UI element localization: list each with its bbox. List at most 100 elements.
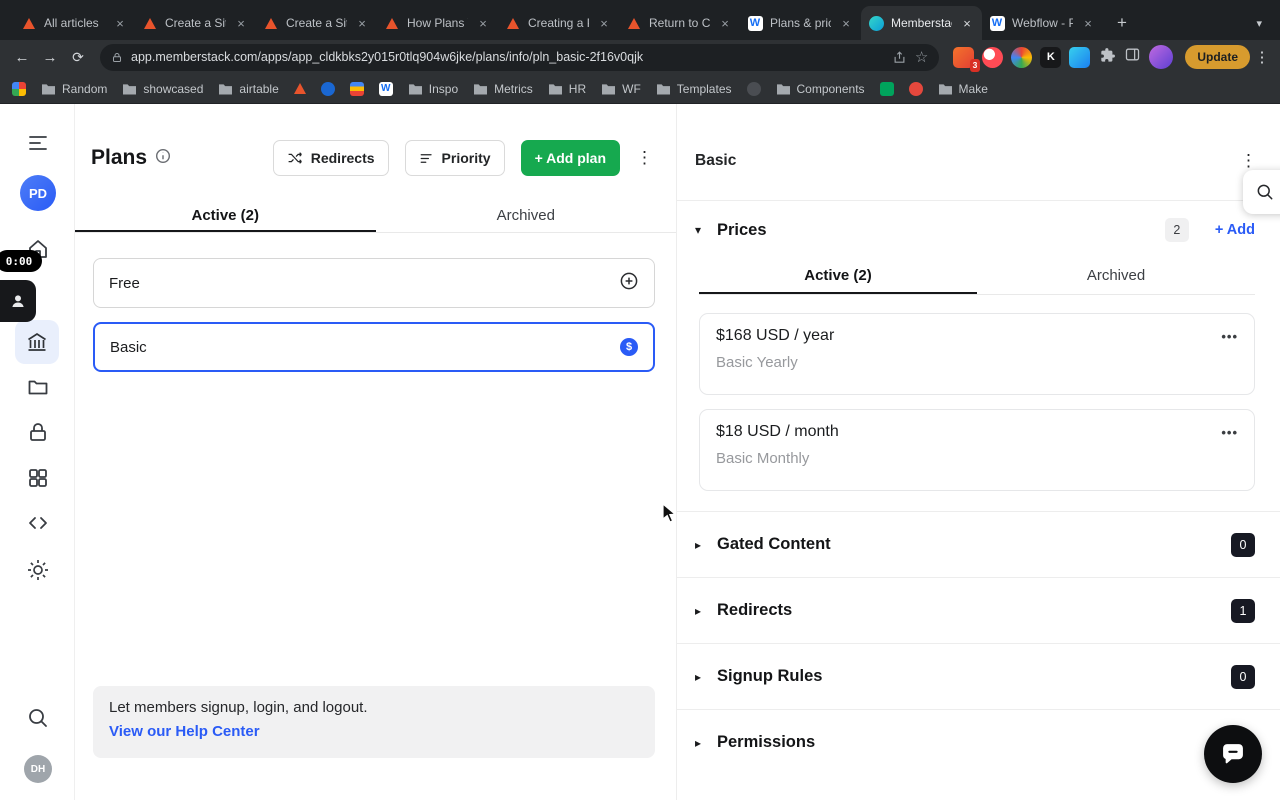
chat-widget-button[interactable] <box>1204 725 1262 783</box>
bookmark-folder[interactable]: airtable <box>218 82 279 96</box>
bookmark-site-icon[interactable] <box>879 81 894 96</box>
bookmark-folder[interactable]: Inspo <box>408 82 458 96</box>
members-folder-icon[interactable] <box>26 375 50 399</box>
tab-archived-plans[interactable]: Archived <box>376 198 677 232</box>
sidebar-toggle-icon[interactable] <box>26 131 50 155</box>
info-icon[interactable] <box>155 148 171 169</box>
search-popover[interactable] <box>1243 170 1280 214</box>
user-avatar[interactable]: DH <box>24 755 52 783</box>
price-card[interactable]: $168 USD / year Basic Yearly <box>699 313 1255 395</box>
prices-section-header[interactable]: Prices 2 + Add <box>695 210 1255 250</box>
section-signup-rules[interactable]: Signup Rules 0 <box>677 643 1280 709</box>
bookmark-folder[interactable]: Templates <box>656 82 732 96</box>
extension-icon[interactable] <box>1040 46 1062 68</box>
puzzle-extensions-icon[interactable] <box>1098 46 1116 69</box>
new-tab-button[interactable] <box>1109 10 1135 36</box>
help-center-link[interactable]: View our Help Center <box>109 723 639 740</box>
add-price-button[interactable]: + Add <box>1215 222 1255 238</box>
tab-active-prices[interactable]: Active (2) <box>699 257 977 294</box>
browser-tab[interactable]: How Plans W <box>377 6 498 40</box>
bookmark-site-icon[interactable] <box>746 81 761 96</box>
bookmark-site-icon[interactable] <box>320 81 335 96</box>
recorder-widget[interactable] <box>0 280 36 322</box>
browser-tab-active[interactable]: Memberstac <box>861 6 982 40</box>
plans-menu-kebab-icon[interactable] <box>636 148 650 168</box>
bookmark-webflow-icon[interactable] <box>378 81 393 96</box>
update-chrome-button[interactable]: Update <box>1185 45 1250 69</box>
address-bar[interactable]: app.memberstack.com/apps/app_cldkbks2y01… <box>100 43 940 71</box>
add-plan-button[interactable]: + Add plan <box>520 140 620 176</box>
extension-icon[interactable]: 3 <box>953 46 981 72</box>
gated-content-lock-icon[interactable] <box>26 420 50 444</box>
priority-button-label: Priority <box>441 150 491 166</box>
browser-tab[interactable]: Plans & pric <box>740 6 861 40</box>
browser-profile-avatar[interactable] <box>1149 45 1174 69</box>
tab-close-icon[interactable] <box>354 15 370 31</box>
bookmark-site-icon[interactable] <box>908 81 923 96</box>
extension-icon[interactable] <box>982 46 1004 68</box>
side-panel-icon[interactable] <box>1124 46 1141 68</box>
bookmark-site-icon[interactable] <box>293 83 306 94</box>
bookmark-site-icon[interactable] <box>349 81 364 96</box>
browser-tab[interactable]: Create a Site <box>135 6 256 40</box>
back-button[interactable] <box>10 45 34 69</box>
price-menu-dots-icon[interactable] <box>1221 425 1238 440</box>
plan-card-free[interactable]: Free <box>93 258 655 308</box>
section-gated-content[interactable]: Gated Content 0 <box>677 511 1280 577</box>
browser-tab[interactable]: Create a Site <box>256 6 377 40</box>
bookmark-label: Random <box>62 81 108 96</box>
browser-tab[interactable]: Creating a P <box>498 6 619 40</box>
magnifier-icon <box>1257 184 1273 200</box>
bookmark-folder[interactable]: Random <box>41 82 107 96</box>
tab-close-icon[interactable] <box>717 15 733 31</box>
bookmark-folder[interactable]: WF <box>601 82 641 96</box>
tab-active-plans[interactable]: Active (2) <box>75 198 376 232</box>
forward-button[interactable] <box>38 45 62 69</box>
extension-icon[interactable] <box>1069 46 1091 68</box>
browser-tab-strip: All articles Create a Site Create a Site… <box>0 0 1280 40</box>
section-count-badge: 1 <box>1231 598 1255 623</box>
search-icon[interactable] <box>26 706 50 730</box>
bookmark-star-icon[interactable] <box>915 48 928 66</box>
devtools-code-icon[interactable] <box>26 511 50 535</box>
detail-menu-kebab-icon[interactable] <box>1240 151 1254 171</box>
bookmark-folder[interactable]: HR <box>548 82 586 96</box>
reload-button[interactable] <box>66 45 90 69</box>
bookmark-folder[interactable]: Make <box>938 82 988 96</box>
priority-button[interactable]: Priority <box>404 140 505 176</box>
section-permissions[interactable]: Permissions <box>677 709 1280 775</box>
nav-plans-selected[interactable] <box>15 320 59 364</box>
section-count-badge: 0 <box>1231 532 1255 557</box>
bookmark-folder[interactable]: showcased <box>122 82 203 96</box>
tab-title: Create a Site <box>165 16 226 30</box>
folder-icon <box>219 84 233 95</box>
extension-icon[interactable] <box>1011 46 1033 68</box>
tab-close-icon[interactable] <box>112 15 128 31</box>
settings-gear-icon[interactable] <box>26 558 50 582</box>
workspace-avatar[interactable]: PD <box>20 175 56 211</box>
tab-close-icon[interactable] <box>1080 15 1096 31</box>
tab-search-chevron-icon[interactable] <box>1256 17 1272 30</box>
browser-tab[interactable]: Return to Ch <box>619 6 740 40</box>
tab-close-icon[interactable] <box>233 15 249 31</box>
price-menu-dots-icon[interactable] <box>1221 329 1238 344</box>
browser-tab[interactable]: Webflow - P <box>982 6 1103 40</box>
bookmark-grid-icon[interactable] <box>12 81 26 96</box>
redirects-button[interactable]: Redirects <box>272 140 389 176</box>
browser-tab[interactable]: All articles <box>14 6 135 40</box>
recording-timer[interactable]: 0:00 <box>0 250 42 272</box>
tab-close-icon[interactable] <box>838 15 854 31</box>
apps-grid-icon[interactable] <box>26 466 50 490</box>
tab-archived-prices[interactable]: Archived <box>977 257 1255 294</box>
browser-menu-kebab-icon[interactable] <box>1254 48 1270 66</box>
share-icon[interactable] <box>892 50 907 65</box>
bookmark-folder[interactable]: Metrics <box>473 82 533 96</box>
tab-close-icon[interactable] <box>959 15 975 31</box>
tab-title: Memberstac <box>891 16 952 30</box>
tab-close-icon[interactable] <box>475 15 491 31</box>
section-redirects[interactable]: Redirects 1 <box>677 577 1280 643</box>
price-card[interactable]: $18 USD / month Basic Monthly <box>699 409 1255 491</box>
plan-card-basic-selected[interactable]: Basic <box>93 322 655 372</box>
bookmark-folder[interactable]: Components <box>776 82 865 96</box>
tab-close-icon[interactable] <box>596 15 612 31</box>
